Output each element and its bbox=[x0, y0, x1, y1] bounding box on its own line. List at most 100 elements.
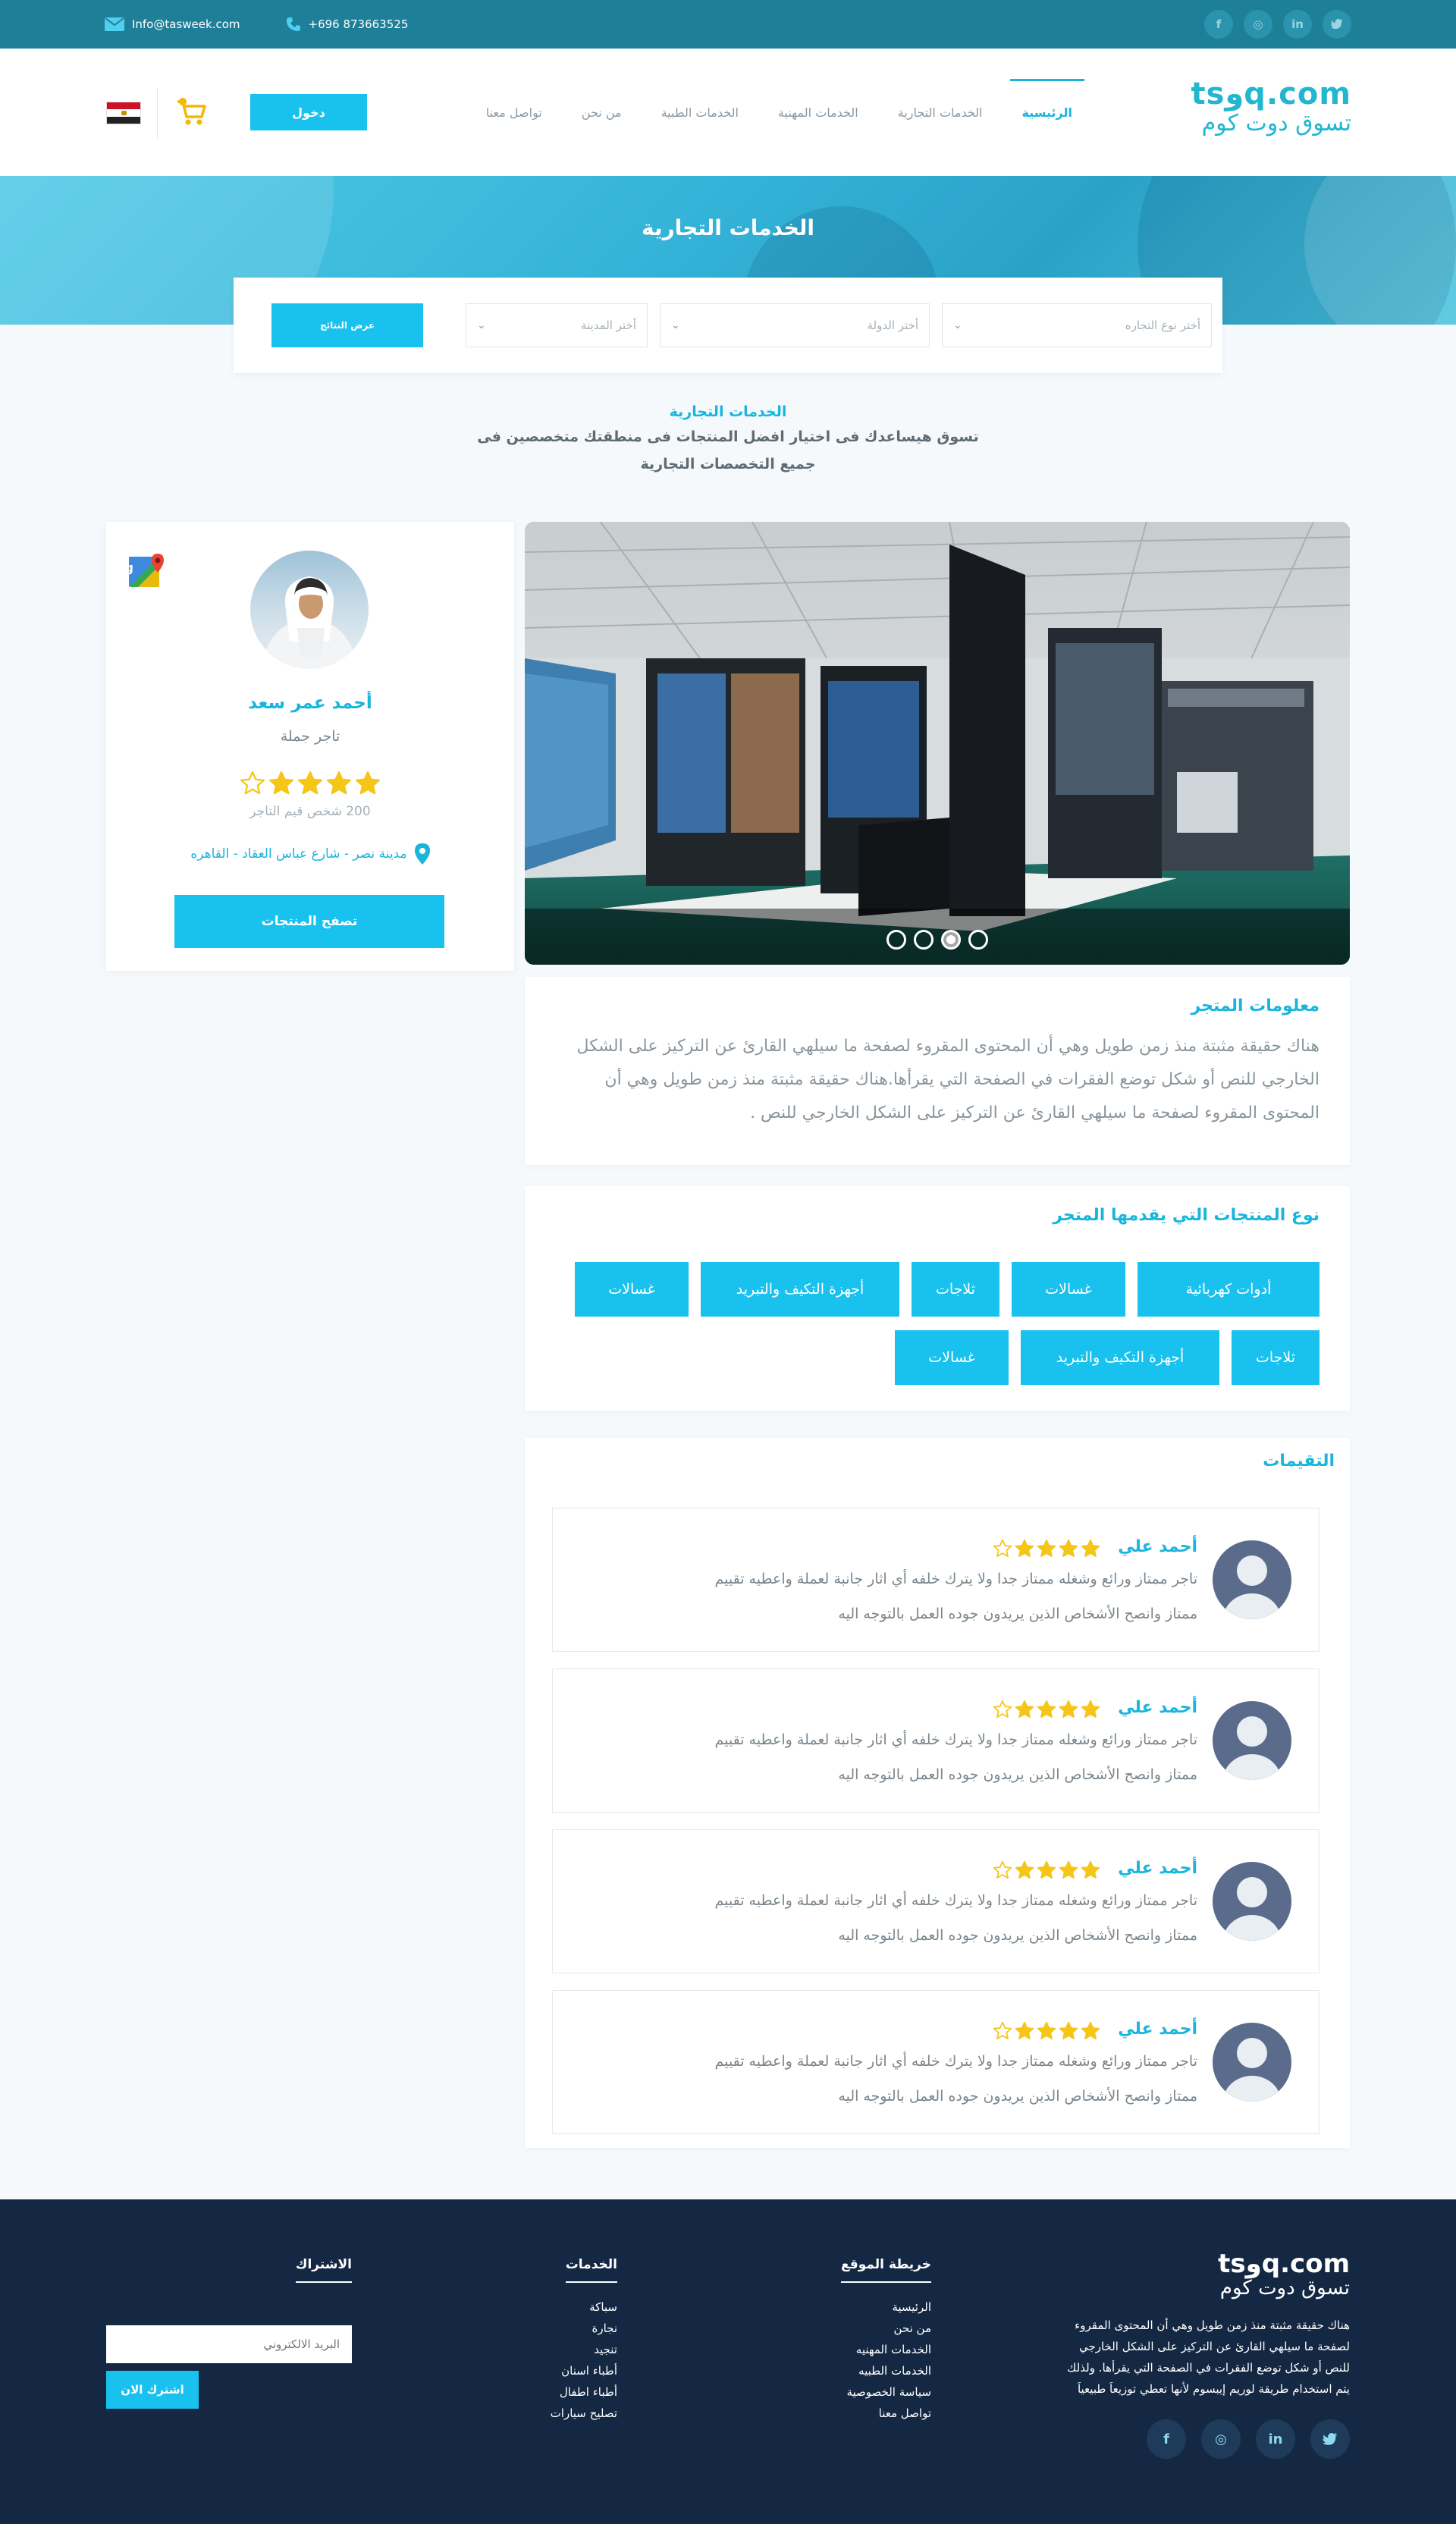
product-chip[interactable]: أجهزة التكيف والتبريد bbox=[701, 1262, 899, 1317]
review-rating-stars bbox=[993, 1700, 1100, 1719]
product-chip[interactable]: غسالات bbox=[1012, 1262, 1125, 1317]
star-filled-icon bbox=[1081, 1539, 1100, 1557]
facebook-icon[interactable]: f bbox=[1204, 10, 1233, 39]
sitemap-link[interactable]: من نحن bbox=[841, 2318, 932, 2339]
exhibition-photo bbox=[525, 522, 1350, 965]
footer-services: الخدمات سباكة نجارة تنجيد أطباء اسنان أط… bbox=[551, 2257, 617, 2424]
twitter-icon[interactable] bbox=[1323, 10, 1351, 39]
logo-arabic: تسوق دوت كوم bbox=[1201, 110, 1351, 137]
footer-about-line: للنص أو شكل توضع الفقرات في الصفحة التي … bbox=[1067, 2361, 1350, 2375]
egypt-flag-icon[interactable] bbox=[106, 102, 141, 124]
sitemap-link[interactable]: الرئيسية bbox=[841, 2296, 931, 2318]
service-link[interactable]: تنجيد bbox=[551, 2339, 617, 2360]
merchant-location[interactable]: مدينة نصر - شارع عباس العقاد - القاهره bbox=[106, 843, 514, 865]
review-rating-stars bbox=[993, 2021, 1100, 2041]
star-filled-icon bbox=[1015, 1539, 1034, 1557]
service-link[interactable]: أطباء اسنان bbox=[551, 2360, 617, 2381]
service-link[interactable]: سباكة bbox=[551, 2296, 617, 2318]
site-footer: tsوq.com تسوق دوت كوم هناك حقيقة مثبتة م… bbox=[0, 2199, 1456, 2524]
merchant-role: تاجر جملة bbox=[280, 728, 340, 745]
merchant-name: أحمد عمر سعد bbox=[248, 693, 372, 713]
product-types-title: نوع المنتجات التي يقدمها المتجر bbox=[1053, 1206, 1320, 1225]
slider-dot[interactable] bbox=[941, 930, 961, 950]
product-chip[interactable]: ثلاجات bbox=[1232, 1330, 1320, 1385]
logo-latin: tsوq.com bbox=[1191, 77, 1351, 111]
store-info-line-2: الخارجي للنص أو شكل توضع الفقرات في الصف… bbox=[604, 1070, 1320, 1089]
review-rating-stars bbox=[993, 1860, 1100, 1880]
nav-home[interactable]: الرئيسية bbox=[1003, 49, 1093, 176]
search-panel: أختر نوع التجاره ⌄ أختر الدولة ⌄ أختر ال… bbox=[234, 278, 1222, 373]
subscribe-button[interactable]: اشترك الان bbox=[106, 2371, 199, 2409]
instagram-icon[interactable]: ◎ bbox=[1244, 10, 1272, 39]
city-select[interactable]: أختر المدينة ⌄ bbox=[466, 303, 648, 347]
nav-about[interactable]: من نحن bbox=[562, 49, 642, 176]
service-link[interactable]: تصليح سيارات bbox=[551, 2403, 617, 2424]
store-image-slider[interactable] bbox=[525, 522, 1350, 965]
twitter-icon[interactable] bbox=[1310, 2419, 1350, 2459]
login-button[interactable]: دخول bbox=[250, 94, 367, 130]
footer-about-line: لصفحة ما سيلهي القارئ عن التركيز على الش… bbox=[1078, 2340, 1350, 2353]
review-card: أحمد علي تاجر ممتاز ورائع وشغله ممتاز جدا… bbox=[552, 1990, 1320, 2134]
chevron-down-icon: ⌄ bbox=[953, 319, 962, 331]
phone-text: +696 873663525 bbox=[308, 17, 409, 31]
service-link[interactable]: أطباء اطفال bbox=[551, 2381, 617, 2403]
star-filled-icon bbox=[326, 771, 352, 795]
star-empty-icon bbox=[993, 1539, 1012, 1557]
star-filled-icon bbox=[1015, 1860, 1034, 1879]
email-contact[interactable]: Info@tasweek.com bbox=[105, 17, 240, 31]
product-chip[interactable]: أدوات كهربائية bbox=[1138, 1262, 1320, 1317]
linkedin-icon[interactable]: in bbox=[1283, 10, 1312, 39]
star-filled-icon bbox=[1015, 1700, 1034, 1718]
subscribe-email-input[interactable] bbox=[106, 2325, 352, 2363]
show-results-button[interactable]: عرض النتائج bbox=[271, 303, 423, 347]
footer-sitemap: خريطة الموقع الرئيسية من نحن الخدمات الم… bbox=[840, 2257, 932, 2424]
review-text: ممتاز وانصح الأشخاص الذين يريدون جوده ال… bbox=[838, 2088, 1197, 2105]
google-maps-icon[interactable]: g bbox=[129, 552, 167, 590]
store-info-section: معلومات المتجر هناك حقيقة مثبتة منذ زمن … bbox=[525, 977, 1350, 1165]
star-filled-icon bbox=[1059, 1860, 1078, 1879]
star-filled-icon bbox=[355, 771, 381, 795]
footer-logo-latin: tsوq.com bbox=[1218, 2249, 1350, 2279]
slider-dot[interactable] bbox=[914, 930, 934, 950]
instagram-icon[interactable]: ◎ bbox=[1201, 2419, 1241, 2459]
star-filled-icon bbox=[1037, 1860, 1056, 1879]
services-title: الخدمات bbox=[565, 2257, 617, 2283]
product-chip[interactable]: غسالات bbox=[895, 1330, 1009, 1385]
contact-info: Info@tasweek.com +696 873663525 bbox=[105, 0, 408, 49]
city-placeholder: أختر المدينة bbox=[580, 319, 636, 332]
facebook-icon[interactable]: f bbox=[1147, 2419, 1186, 2459]
star-empty-icon bbox=[240, 771, 265, 795]
slider-dot[interactable] bbox=[968, 930, 988, 950]
sitemap-link[interactable]: سياسة الخصوصية bbox=[841, 2381, 931, 2403]
sitemap-link[interactable]: الخدمات الطبيه bbox=[841, 2360, 931, 2381]
nav-professional-services[interactable]: الخدمات المهنية bbox=[758, 49, 878, 176]
product-chip[interactable]: غسالات bbox=[575, 1262, 689, 1317]
phone-contact[interactable]: +696 873663525 bbox=[286, 17, 409, 32]
store-info-line-1: هناك حقيقة مثبتة منذ زمن طويل وهي أن الم… bbox=[576, 1037, 1320, 1056]
svg-text:g: g bbox=[129, 560, 133, 575]
location-text: مدينة نصر - شارع عباس العقاد - القاهره bbox=[190, 846, 407, 862]
sitemap-link[interactable]: تواصل معنا bbox=[841, 2403, 931, 2424]
nav-medical-services[interactable]: الخدمات الطبية bbox=[642, 49, 758, 176]
star-filled-icon bbox=[1015, 2021, 1034, 2039]
sitemap-link[interactable]: الخدمات المهنيه bbox=[841, 2339, 931, 2360]
site-logo[interactable]: tsوq.com تسوق دوت كوم bbox=[1191, 79, 1351, 138]
country-select[interactable]: أختر الدولة ⌄ bbox=[660, 303, 930, 347]
product-chip[interactable]: أجهزة التكيف والتبريد bbox=[1021, 1330, 1219, 1385]
star-filled-icon bbox=[1081, 1860, 1100, 1879]
trade-type-select[interactable]: أختر نوع التجاره ⌄ bbox=[942, 303, 1212, 347]
merchant-rating-count: 200 شخص قيم التاجر bbox=[249, 804, 371, 819]
footer-about-line: هناك حقيقة مثبتة منذ زمن طويل وهي أن الم… bbox=[1075, 2318, 1350, 2332]
linkedin-icon[interactable]: in bbox=[1256, 2419, 1295, 2459]
nav-contact[interactable]: تواصل معنا bbox=[466, 49, 562, 176]
nav-commercial-services[interactable]: الخدمات التجارية bbox=[878, 49, 1003, 176]
star-filled-icon bbox=[1037, 1700, 1056, 1718]
browse-products-button[interactable]: تصفح المنتجات bbox=[174, 895, 444, 948]
slider-dot[interactable] bbox=[886, 930, 906, 950]
top-bar: Info@tasweek.com +696 873663525 f ◎ in bbox=[0, 0, 1456, 49]
service-link[interactable]: نجارة bbox=[551, 2318, 617, 2339]
footer-logo[interactable]: tsوq.com تسوق دوت كوم bbox=[1218, 2251, 1350, 2300]
cart-icon[interactable] bbox=[176, 97, 209, 127]
product-chip[interactable]: ثلاجات bbox=[912, 1262, 999, 1317]
reviewer-avatar bbox=[1213, 1701, 1291, 1780]
